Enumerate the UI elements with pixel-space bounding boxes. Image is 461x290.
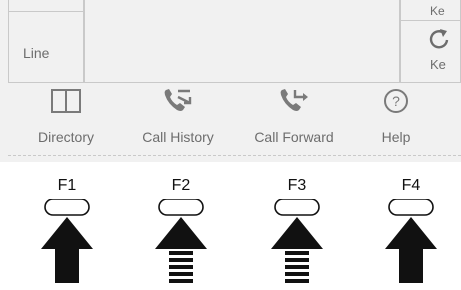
f2-key[interactable] [158,199,204,216]
f4-label: F4 [401,177,421,194]
f1-label: F1 [57,177,77,194]
book-icon [51,89,81,113]
f3-label: F3 [287,177,307,194]
softkey-call-forward-label: Call Forward [254,129,334,145]
function-key-f2-group: F2 [151,177,211,287]
f4-key-arrow [385,199,437,283]
softkey-help-label: Help [381,129,411,145]
up-arrow-icon [385,217,437,283]
softkey-call-history-label: Call History [142,129,214,145]
line-key[interactable]: Line [8,12,84,83]
f1-key-arrow [41,199,93,283]
right-key-refresh-label: Ke [430,57,446,72]
right-key-top-label: Ke [430,4,445,18]
help-icon: ? [384,89,408,113]
call-history-icon [164,89,192,111]
right-key-top[interactable]: Ke [400,0,461,21]
softkey-directory-label: Directory [37,129,94,145]
up-arrow-icon [41,217,93,283]
up-arrow-icon [155,217,207,249]
f4-key[interactable] [388,199,434,216]
function-key-f3-group: F3 [267,177,327,287]
refresh-icon [429,29,449,49]
main-display-area [84,0,400,83]
f2-key-arrow [155,199,207,283]
f1-key[interactable] [44,199,90,216]
softkey-call-history[interactable]: Call History [128,83,228,155]
call-forward-icon [280,89,308,111]
softkey-bar: Directory Call History Call Forward ? He… [8,83,461,156]
line-key-label: Line [23,45,50,61]
up-arrow-icon [271,217,323,249]
softkey-help[interactable]: ? Help [368,83,424,155]
right-key-refresh[interactable]: Ke [400,21,461,83]
function-key-f4-group: F4 [381,177,441,287]
line-key-cell-top[interactable] [8,0,84,12]
f2-label: F2 [171,177,191,194]
svg-text:?: ? [392,93,400,109]
f3-key-arrow [271,199,323,283]
softkey-directory[interactable]: Directory [28,83,104,155]
function-key-f1-group: F1 [37,177,97,287]
softkey-call-forward[interactable]: Call Forward [241,83,347,155]
phone-screen: Line Ke Ke Directory Call History Call F… [0,0,461,162]
line-keys-area: Line Ke Ke [8,0,461,83]
f3-key[interactable] [274,199,320,216]
